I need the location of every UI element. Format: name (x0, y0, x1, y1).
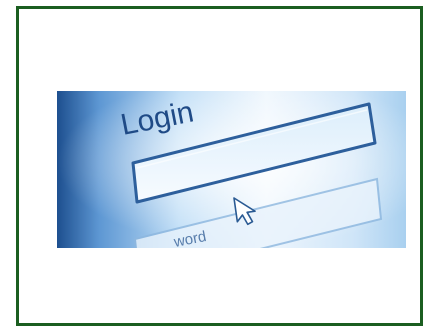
login-screen-photo: Login word (57, 91, 406, 248)
